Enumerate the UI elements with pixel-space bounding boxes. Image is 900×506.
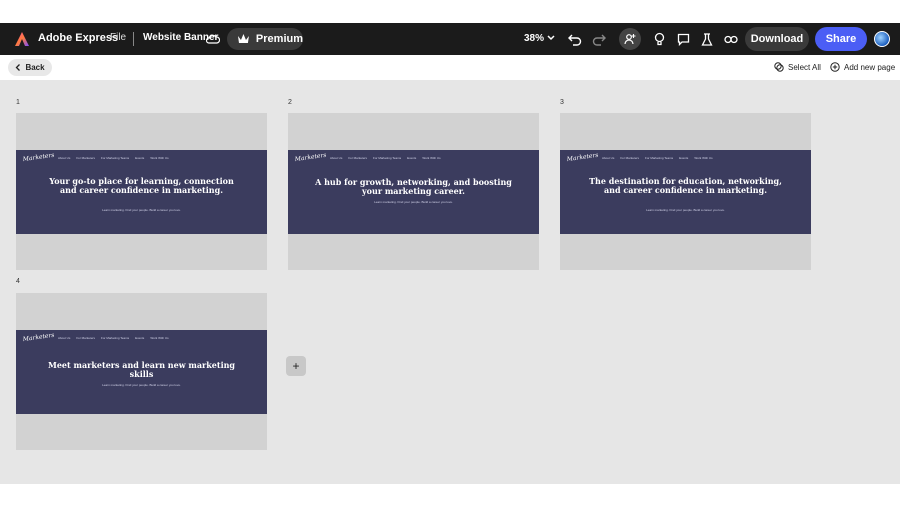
redo-icon[interactable]	[590, 30, 608, 48]
app-window: Adobe Express File Website Banner Premiu…	[0, 23, 900, 484]
brand-logo: Marketers	[22, 151, 55, 164]
banner-subtext: Learn marketing. Find your people. Build…	[646, 208, 725, 212]
apps-icon[interactable]	[722, 30, 740, 48]
chevron-down-icon[interactable]	[546, 33, 556, 43]
brand-logo: Marketers	[566, 151, 599, 164]
invite-collaborator-icon[interactable]	[619, 28, 641, 50]
website-banner: Marketers About Us For Marketers For Marke…	[560, 150, 811, 234]
page-thumbnail[interactable]: Marketers About Us For Marketers For Marke…	[16, 293, 267, 450]
comment-icon[interactable]	[674, 30, 692, 48]
page-thumbnail[interactable]: Marketers About Us For Marketers For Marke…	[16, 113, 267, 270]
page-number: 3	[560, 99, 564, 106]
banner-headline: A hub for growth, networking, and boosti…	[315, 177, 512, 196]
select-all-button[interactable]: Select All	[774, 62, 821, 72]
website-banner: Marketers About Us For Marketers For Marke…	[288, 150, 539, 234]
premium-label: Premium	[255, 33, 303, 45]
secondary-toolbar: Back Select All Add new page	[0, 55, 900, 80]
back-label: Back	[25, 63, 45, 72]
banner-nav: About Us For Marketers For Marketing Teams…	[602, 156, 713, 160]
add-new-page-button[interactable]: Add new page	[830, 62, 895, 72]
website-banner: Marketers About Us For Marketers For Marke…	[16, 150, 267, 234]
banner-subtext: Learn marketing. Find your people. Build…	[374, 200, 453, 204]
lightbulb-icon[interactable]	[650, 30, 668, 48]
page-thumbnail[interactable]: Marketers About Us For Marketers For Marke…	[560, 113, 811, 270]
plus-circle-icon	[830, 62, 840, 72]
chevron-left-icon	[16, 64, 21, 71]
page-number: 1	[16, 99, 20, 106]
banner-subtext: Learn marketing. Find your people. Build…	[102, 208, 181, 212]
select-all-icon	[774, 62, 784, 72]
page-number: 2	[288, 99, 292, 106]
website-banner: Marketers About Us For Marketers For Marke…	[16, 330, 267, 414]
add-page-plus-button[interactable]: +	[286, 356, 306, 376]
premium-button[interactable]: Premium	[227, 28, 303, 50]
crown-icon	[237, 34, 249, 43]
banner-headline: Meet marketers and learn new marketing s…	[47, 360, 236, 379]
add-page-label: Add new page	[844, 62, 896, 72]
zoom-level[interactable]: 38%	[524, 33, 544, 44]
brand-logo: Marketers	[22, 331, 55, 344]
divider	[133, 32, 134, 46]
undo-icon[interactable]	[566, 30, 584, 48]
page-thumbnail[interactable]: Marketers About Us For Marketers For Marke…	[288, 113, 539, 270]
top-bar: Adobe Express File Website Banner Premiu…	[0, 23, 900, 55]
banner-nav: About Us For Marketers For Marketing Teams…	[58, 336, 169, 340]
banner-nav: About Us For Marketers For Marketing Teams…	[330, 156, 441, 160]
download-button[interactable]: Download	[745, 27, 809, 51]
file-menu[interactable]: File	[110, 32, 126, 43]
select-all-label: Select All	[788, 62, 821, 72]
brand-logo: Marketers	[294, 151, 327, 164]
beaker-icon[interactable]	[698, 30, 716, 48]
banner-nav: About Us For Marketers For Marketing Teams…	[58, 156, 169, 160]
adobe-express-logo-icon[interactable]	[14, 31, 30, 47]
cloud-icon[interactable]	[206, 32, 220, 45]
app-name[interactable]: Adobe Express	[38, 32, 118, 44]
share-button[interactable]: Share	[815, 27, 867, 51]
page-number: 4	[16, 278, 20, 285]
avatar[interactable]	[874, 31, 890, 47]
back-button[interactable]: Back	[8, 59, 52, 76]
banner-headline: Your go-to place for learning, connectio…	[49, 176, 234, 195]
banner-headline: The destination for education, networkin…	[589, 176, 782, 195]
banner-subtext: Learn marketing. Find your people. Build…	[102, 383, 181, 387]
